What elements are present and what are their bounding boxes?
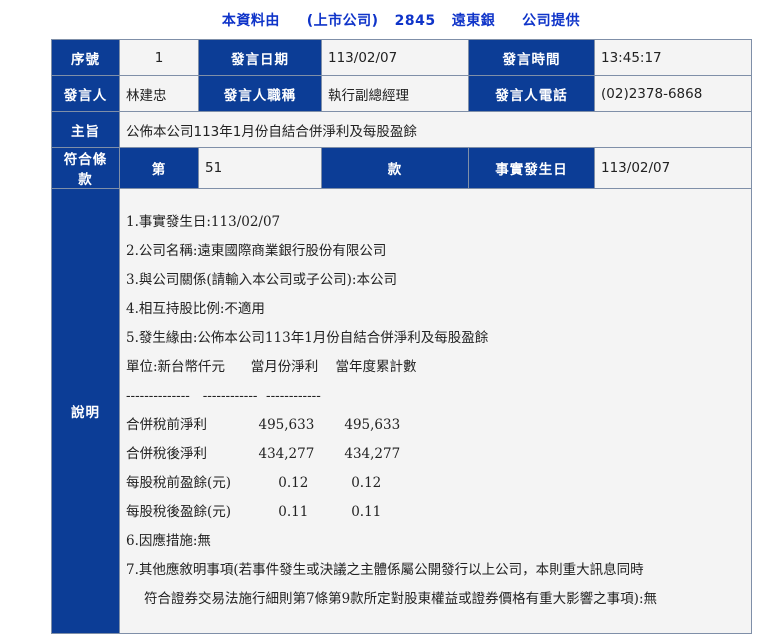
description-line: 符合證券交易法施行細則第7條第9款所定對股東權益或證券價格有重大影響之事項):無: [144, 591, 657, 607]
header-prefix: 本資料由: [221, 13, 280, 29]
description-line: 4.相互持股比例:不適用: [126, 301, 265, 317]
serial-no-value: 1: [119, 39, 199, 76]
subject-value: 公佈本公司113年1月份自結合併淨利及每股盈餘: [119, 111, 752, 148]
table-row: 發言人 林建忠 發言人職稱 執行副總經理 發言人電話 (02)2378-6868: [51, 75, 752, 112]
speak-time-label: 發言時間: [468, 39, 595, 76]
speak-date-label: 發言日期: [198, 39, 322, 76]
clause-number-value: 51: [198, 147, 322, 189]
header-company-code: 2845: [394, 13, 436, 29]
description-line: 7.其他應敘明事項(若事件發生或決議之主體係屬公開發行以上公司，本則重大訊息同時: [126, 562, 644, 578]
description-line: 6.因應措施:無: [126, 533, 211, 549]
description-line: 單位:新台幣仟元 當月份淨利 當年度累計數: [126, 359, 417, 375]
page-header: 本資料由 (上市公司) 2845 遠東銀 公司提供: [0, 10, 761, 30]
header-company-type: (上市公司): [306, 13, 379, 29]
table-row: 序號 1 發言日期 113/02/07 發言時間 13:45:17: [51, 39, 752, 76]
table-row: 主旨 公佈本公司113年1月份自結合併淨利及每股盈餘: [51, 111, 752, 148]
description-line: 合併稅後淨利 434,277 434,277: [126, 446, 401, 462]
description-line: 每股稅前盈餘(元) 0.12 0.12: [126, 475, 382, 491]
description-line: 2.公司名稱:遠東國際商業銀行股份有限公司: [126, 243, 387, 259]
description-line: 每股稅後盈餘(元) 0.11 0.11: [126, 504, 382, 520]
clause-suffix-label: 款: [321, 147, 469, 189]
description-line: 3.與公司關係(請輸入本公司或子公司):本公司: [126, 272, 397, 288]
subject-label: 主旨: [51, 111, 120, 148]
speaker-value: 林建忠: [119, 75, 199, 112]
speaker-label: 發言人: [51, 75, 120, 112]
speaker-phone-label: 發言人電話: [468, 75, 595, 112]
description-line: 合併稅前淨利 495,633 495,633: [126, 417, 401, 433]
speaker-title-label: 發言人職稱: [198, 75, 322, 112]
announcement-table: 序號 1 發言日期 113/02/07 發言時間 13:45:17 發言人 林建…: [51, 39, 752, 634]
header-company-name: 遠東銀: [451, 13, 496, 29]
description-label: 說明: [51, 188, 120, 634]
clause-prefix-label: 第: [119, 147, 199, 189]
speaker-title-value: 執行副總經理: [321, 75, 469, 112]
speaker-phone-value: (02)2378-6868: [594, 75, 752, 112]
table-row: 符合條款 第 51 款 事實發生日 113/02/07: [51, 147, 752, 189]
description-line: 5.發生緣由:公佈本公司113年1月份自結合併淨利及每股盈餘: [126, 330, 489, 346]
description-line: 1.事實發生日:113/02/07: [126, 214, 281, 230]
speak-date-value: 113/02/07: [321, 39, 469, 76]
table-row: 說明 1.事實發生日:113/02/07 2.公司名稱:遠東國際商業銀行股份有限…: [51, 188, 752, 634]
event-date-value: 113/02/07: [594, 147, 752, 189]
event-date-label: 事實發生日: [468, 147, 595, 189]
description-content: 1.事實發生日:113/02/07 2.公司名稱:遠東國際商業銀行股份有限公司 …: [119, 188, 752, 634]
clause-label: 符合條款: [51, 147, 120, 189]
header-suffix: 公司提供: [522, 13, 581, 29]
serial-no-label: 序號: [51, 39, 120, 76]
description-line: -------------- ------------ ------------: [126, 388, 321, 404]
speak-time-value: 13:45:17: [594, 39, 752, 76]
